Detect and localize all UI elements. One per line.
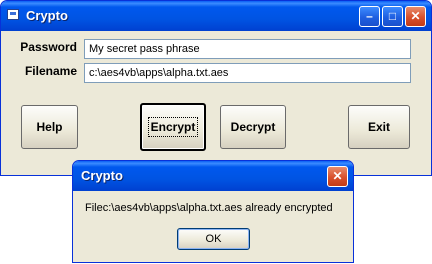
help-button[interactable]: Help (21, 105, 78, 149)
minimize-button[interactable]: – (359, 6, 380, 27)
exit-button-label: Exit (367, 120, 390, 134)
filename-field[interactable]: c:\aes4vb\apps\alpha.txt.aes (84, 63, 411, 83)
close-icon: ✕ (332, 169, 343, 183)
maximize-button[interactable]: □ (382, 6, 403, 27)
decrypt-button[interactable]: Decrypt (220, 105, 286, 149)
ok-button-label: OK (205, 233, 222, 245)
dialog-title-bar[interactable]: Crypto ✕ (73, 161, 353, 191)
app-icon[interactable] (7, 9, 19, 20)
dialog-message: Filec:\aes4vb\apps\alpha.txt.aes already… (85, 202, 333, 214)
encrypt-button[interactable]: Encrypt (140, 103, 206, 151)
password-label: Password (20, 40, 77, 54)
maximize-icon: □ (388, 9, 397, 23)
decrypt-button-label: Decrypt (230, 120, 276, 134)
main-window: Crypto – □ ✕ Password My secret pass phr… (0, 0, 432, 176)
message-dialog: Crypto ✕ Filec:\aes4vb\apps\alpha.txt.ae… (72, 160, 354, 263)
title-bar[interactable]: Crypto – □ ✕ (1, 1, 431, 31)
help-button-label: Help (36, 120, 63, 134)
password-field[interactable]: My secret pass phrase (84, 39, 411, 59)
close-button[interactable]: ✕ (405, 6, 426, 27)
exit-button[interactable]: Exit (348, 105, 410, 149)
dialog-close-button[interactable]: ✕ (327, 166, 348, 187)
filename-label: Filename (24, 64, 77, 78)
window-title: Crypto (26, 8, 68, 23)
ok-button[interactable]: OK (177, 228, 250, 250)
minimize-icon: – (366, 9, 373, 23)
dialog-title: Crypto (81, 168, 123, 183)
encrypt-button-label: Encrypt (147, 117, 199, 137)
close-icon: ✕ (410, 9, 421, 23)
